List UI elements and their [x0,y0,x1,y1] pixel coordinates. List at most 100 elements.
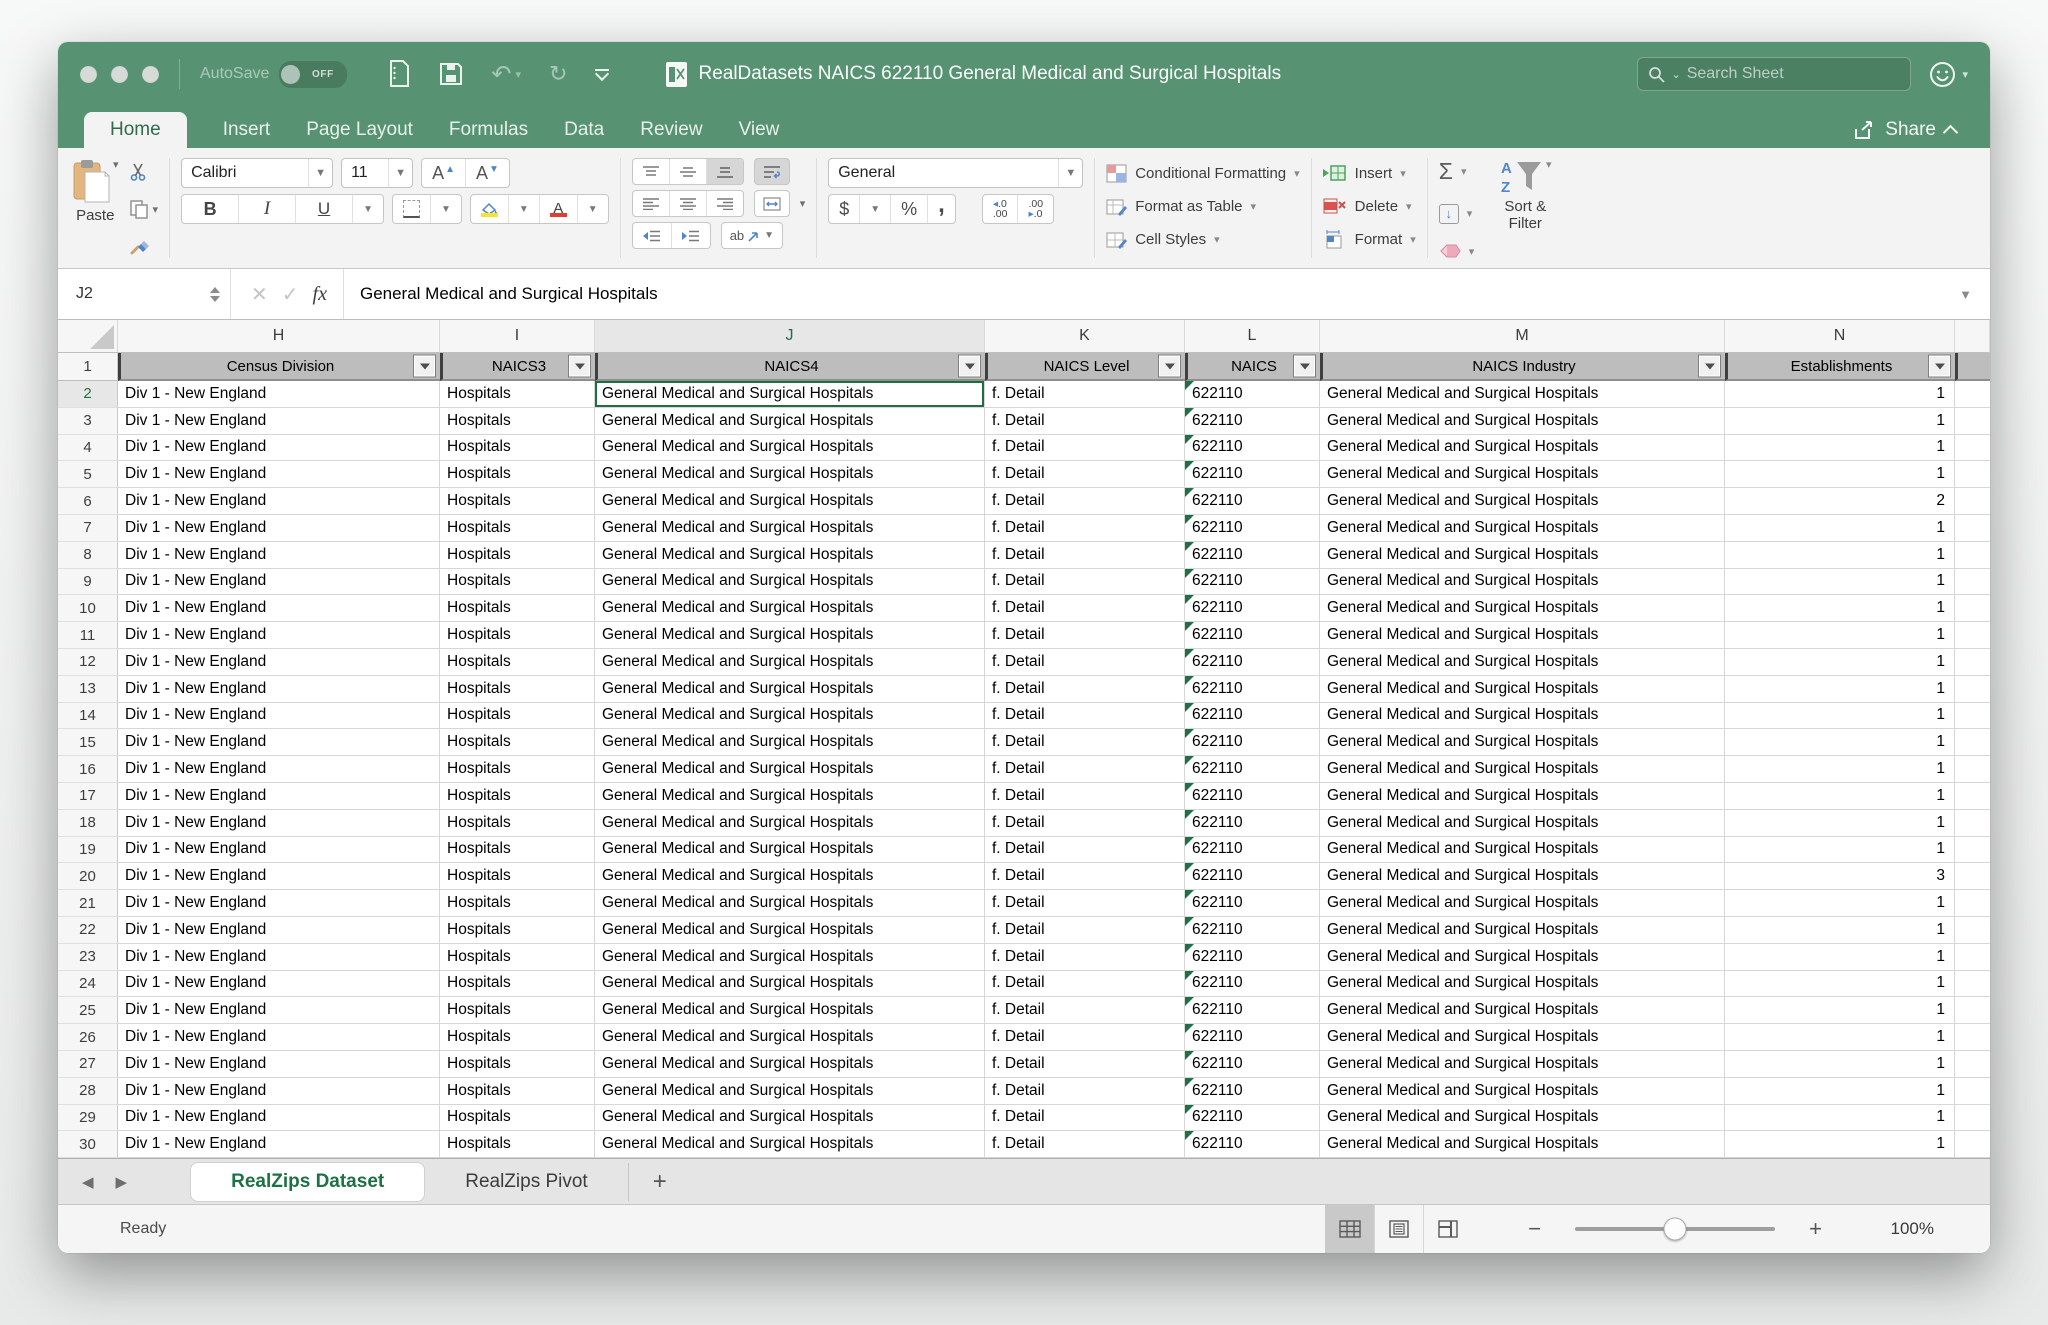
cell-N29[interactable]: 1 [1725,1105,1955,1132]
cell-empty[interactable] [1955,1078,1990,1105]
delete-cells-button[interactable]: Delete ▾ [1323,191,1416,221]
cell-H23[interactable]: Div 1 - New England [118,944,440,971]
cell-I9[interactable]: Hospitals [440,569,595,596]
cell-H30[interactable]: Div 1 - New England [118,1131,440,1158]
column-header-H[interactable]: H [118,320,440,353]
cell-H21[interactable]: Div 1 - New England [118,890,440,917]
ribbon-tab-home[interactable]: Home [84,112,187,148]
cell-M6[interactable]: General Medical and Surgical Hospitals [1320,488,1725,515]
underline-options-button[interactable]: ▼ [353,195,383,223]
cell-empty[interactable] [1955,1105,1990,1132]
cell-L4[interactable]: 622110 [1185,435,1320,462]
select-all-corner[interactable] [58,320,118,353]
row-header-9[interactable]: 9 [58,569,118,596]
cell-L7[interactable]: 622110 [1185,515,1320,542]
cell-empty[interactable] [1955,837,1990,864]
customize-toolbar-button[interactable] [595,69,609,79]
format-as-table-button[interactable]: Format as Table ▾ [1106,191,1299,221]
row-header-15[interactable]: 15 [58,729,118,756]
borders-options-button[interactable]: ▼ [431,195,461,223]
cell-empty[interactable] [1955,515,1990,542]
cell-M13[interactable]: General Medical and Surgical Hospitals [1320,676,1725,703]
cell-H7[interactable]: Div 1 - New England [118,515,440,542]
cell-N13[interactable]: 1 [1725,676,1955,703]
cell-L9[interactable]: 622110 [1185,569,1320,596]
zoom-slider-thumb[interactable] [1664,1218,1687,1241]
column-header-K[interactable]: K [985,320,1185,353]
cell-empty[interactable] [1955,944,1990,971]
fill-button[interactable]: ↓ ▾ [1439,204,1475,224]
cell-I16[interactable]: Hospitals [440,756,595,783]
cell-M29[interactable]: General Medical and Surgical Hospitals [1320,1105,1725,1132]
decrease-indent-button[interactable] [633,223,672,248]
cell-empty[interactable] [1955,488,1990,515]
cell-H10[interactable]: Div 1 - New England [118,595,440,622]
cell-M28[interactable]: General Medical and Surgical Hospitals [1320,1078,1725,1105]
cell-L6[interactable]: 622110 [1185,488,1320,515]
cell-L19[interactable]: 622110 [1185,837,1320,864]
cell-N2[interactable]: 1 [1725,381,1955,408]
cell-K19[interactable]: f. Detail [985,837,1185,864]
comma-format-button[interactable]: , [928,195,955,223]
cell-N28[interactable]: 1 [1725,1078,1955,1105]
cell-empty[interactable] [1955,810,1990,837]
cell-K29[interactable]: f. Detail [985,1105,1185,1132]
cell-J12[interactable]: General Medical and Surgical Hospitals [595,649,985,676]
name-box[interactable]: J2 [58,269,210,319]
filter-dropdown-button[interactable] [1928,355,1951,378]
cell-M2[interactable]: General Medical and Surgical Hospitals [1320,381,1725,408]
header-cell-I[interactable]: NAICS3 [440,353,595,381]
cell-I19[interactable]: Hospitals [440,837,595,864]
row-header-18[interactable]: 18 [58,810,118,837]
cell-L17[interactable]: 622110 [1185,783,1320,810]
column-header-M[interactable]: M [1320,320,1725,353]
cell-J9[interactable]: General Medical and Surgical Hospitals [595,569,985,596]
cell-J30[interactable]: General Medical and Surgical Hospitals [595,1131,985,1158]
cell-H3[interactable]: Div 1 - New England [118,408,440,435]
ribbon-tab-formulas[interactable]: Formulas [449,112,528,148]
cut-button[interactable] [129,160,159,184]
row-header-22[interactable]: 22 [58,917,118,944]
redo-button[interactable]: ↻ [549,61,567,87]
cell-N22[interactable]: 1 [1725,917,1955,944]
cell-styles-button[interactable]: Cell Styles ▾ [1106,224,1299,254]
cell-N9[interactable]: 1 [1725,569,1955,596]
sort-filter-button[interactable]: A Z ▾ Sort & Filter [1488,158,1562,260]
column-header-partial[interactable] [1955,320,1990,353]
zoom-out-button[interactable]: − [1528,1216,1541,1242]
row-header-28[interactable]: 28 [58,1078,118,1105]
header-cell-K[interactable]: NAICS Level [985,353,1185,381]
cell-L15[interactable]: 622110 [1185,729,1320,756]
cell-M20[interactable]: General Medical and Surgical Hospitals [1320,863,1725,890]
cell-N26[interactable]: 1 [1725,1024,1955,1051]
new-workbook-button[interactable] [387,60,411,88]
cell-K22[interactable]: f. Detail [985,917,1185,944]
row-header-12[interactable]: 12 [58,649,118,676]
name-box-stepper[interactable] [210,287,220,302]
expand-formula-bar-icon[interactable]: ▼ [1959,287,1972,302]
cell-K24[interactable]: f. Detail [985,971,1185,998]
fill-color-button[interactable] [471,195,509,223]
row-header-8[interactable]: 8 [58,542,118,569]
cell-L24[interactable]: 622110 [1185,971,1320,998]
wrap-text-button[interactable] [754,158,790,185]
cell-empty[interactable] [1955,622,1990,649]
insert-cells-button[interactable]: Insert ▾ [1323,158,1416,188]
cell-L25[interactable]: 622110 [1185,997,1320,1024]
cell-H11[interactable]: Div 1 - New England [118,622,440,649]
autosum-button[interactable]: Σ ▾ [1439,160,1475,183]
cell-empty[interactable] [1955,595,1990,622]
cell-K27[interactable]: f. Detail [985,1051,1185,1078]
cell-L5[interactable]: 622110 [1185,461,1320,488]
filter-dropdown-button[interactable] [1698,355,1721,378]
cell-L26[interactable]: 622110 [1185,1024,1320,1051]
paste-button[interactable]: ▾ [72,158,119,204]
column-header-L[interactable]: L [1185,320,1320,353]
cell-L11[interactable]: 622110 [1185,622,1320,649]
cell-K5[interactable]: f. Detail [985,461,1185,488]
cell-empty[interactable] [1955,890,1990,917]
cell-M17[interactable]: General Medical and Surgical Hospitals [1320,783,1725,810]
cell-J13[interactable]: General Medical and Surgical Hospitals [595,676,985,703]
sheet-tab-realzips-pivot[interactable]: RealZips Pivot [425,1163,629,1201]
cell-I4[interactable]: Hospitals [440,435,595,462]
